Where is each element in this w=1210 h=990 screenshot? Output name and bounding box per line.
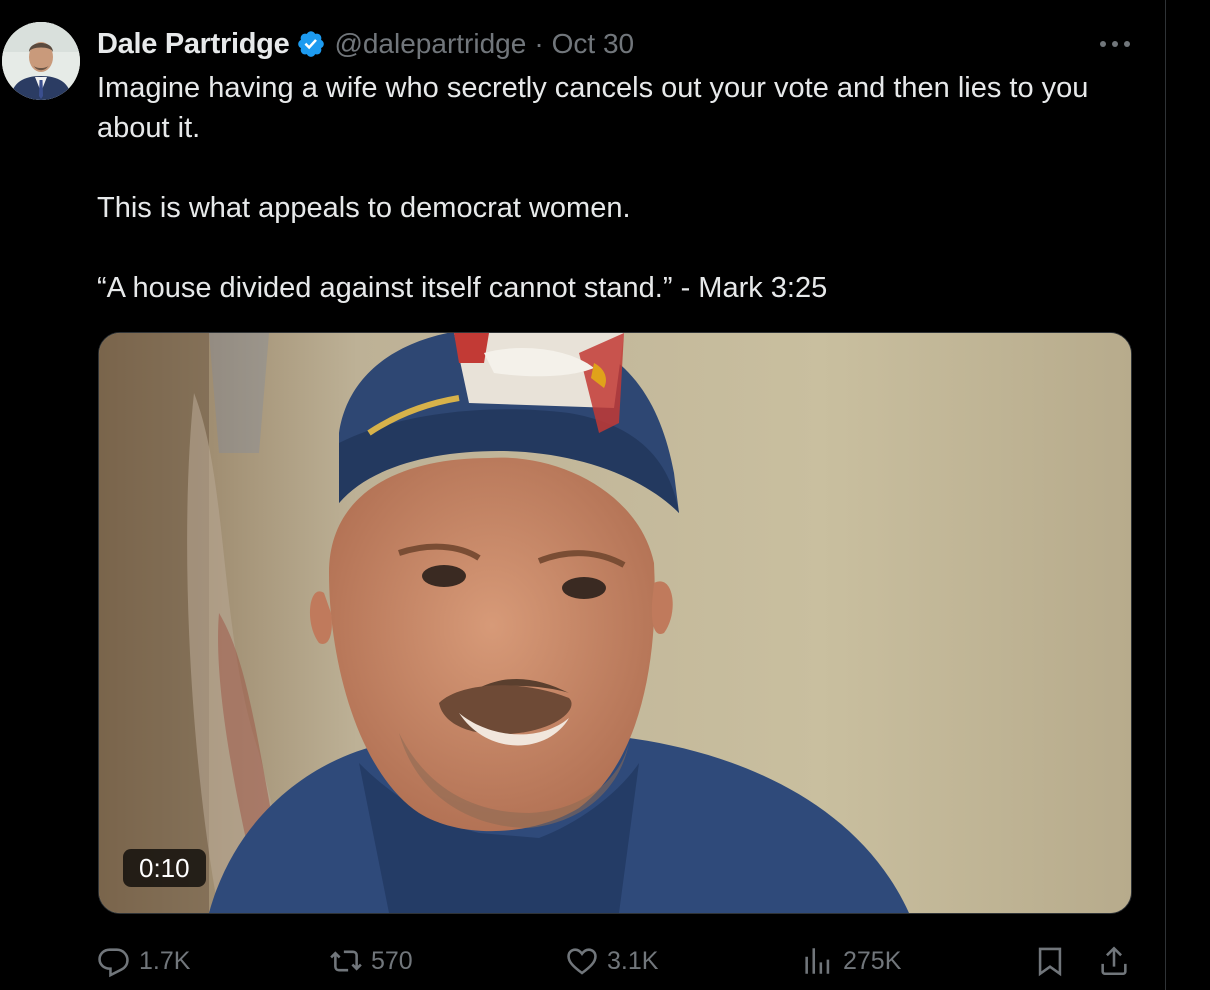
verified-badge-icon[interactable]	[296, 29, 326, 59]
repost-icon	[330, 950, 362, 972]
views-button[interactable]: 275K	[801, 940, 901, 982]
bookmark-icon	[1038, 947, 1062, 977]
tweet-header: Dale Partridge @dalepartridge · Oct 30	[97, 24, 634, 64]
author-name[interactable]: Dale Partridge	[97, 28, 290, 61]
share-button[interactable]	[1097, 940, 1131, 982]
author-handle[interactable]: @dalepartridge	[334, 28, 526, 60]
share-icon	[1101, 946, 1127, 976]
header-separator: ·	[534, 28, 544, 59]
like-count: 3.1K	[607, 946, 659, 975]
views-icon	[805, 948, 830, 974]
tweet-actions: 1.7K 570 3.1K 275K	[97, 940, 1137, 982]
tweet-text: Imagine having a wife who secretly cance…	[97, 68, 1137, 308]
tweet-paragraph: This is what appeals to democrat women.	[97, 192, 631, 224]
reply-button[interactable]: 1.7K	[97, 940, 190, 982]
tweet-paragraph: Imagine having a wife who secretly cance…	[97, 72, 1089, 144]
video-player[interactable]: 0:10	[98, 332, 1132, 914]
avatar-image	[2, 22, 80, 100]
tweet-date[interactable]: Oct 30	[552, 28, 634, 60]
reply-count: 1.7K	[139, 946, 191, 975]
column-divider	[1165, 0, 1166, 990]
video-duration: 0:10	[123, 849, 206, 887]
avatar[interactable]	[2, 22, 80, 100]
reply-icon	[98, 948, 129, 978]
heart-icon	[567, 948, 597, 975]
tweet-paragraph: “A house divided against itself cannot s…	[97, 272, 828, 304]
more-horizontal-icon[interactable]	[1096, 30, 1134, 58]
repost-button[interactable]: 570	[329, 940, 413, 982]
view-count: 275K	[843, 946, 902, 975]
video-thumbnail	[99, 333, 1131, 913]
repost-count: 570	[371, 946, 413, 975]
bookmark-button[interactable]	[1033, 940, 1067, 982]
like-button[interactable]: 3.1K	[565, 940, 658, 982]
